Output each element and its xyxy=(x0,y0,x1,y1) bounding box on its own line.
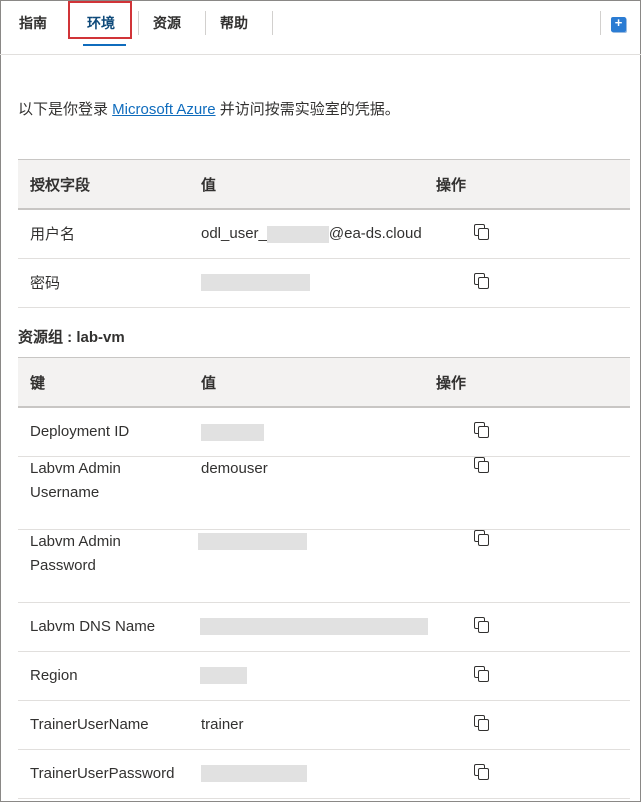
redacted-value xyxy=(201,765,307,783)
redacted-value xyxy=(201,423,264,441)
active-tab-underline xyxy=(83,44,126,46)
tab-divider xyxy=(205,11,206,35)
redacted-value xyxy=(198,533,307,551)
row-action xyxy=(436,258,630,308)
copy-icon[interactable] xyxy=(474,763,490,780)
redacted-value xyxy=(266,225,329,243)
header-action: 操作 xyxy=(436,159,630,209)
table-row: Region xyxy=(18,651,630,701)
row-key: TrainerUserPassword xyxy=(18,749,201,799)
resource-table: 键 值 操作 Deployment ID Labvm Admin Usernam… xyxy=(18,357,630,799)
intro-text: 以下是你登录 Microsoft Azure 并访问按需实验室的凭据。 xyxy=(18,101,400,118)
row-key: Deployment ID xyxy=(18,407,201,457)
resource-table-header: 键 值 操作 xyxy=(18,357,630,407)
row-value: demouser xyxy=(201,456,436,530)
row-action xyxy=(436,602,630,652)
row-key: 用户名 xyxy=(18,209,201,259)
table-row: Labvm Admin Username demouser xyxy=(18,456,630,530)
auth-table: 授权字段 值 操作 用户名 odl_user_ @ea-ds.cloud 密码 xyxy=(18,159,630,308)
table-row: Deployment ID xyxy=(18,407,630,457)
table-row: 用户名 odl_user_ @ea-ds.cloud xyxy=(18,209,630,259)
row-action xyxy=(436,651,630,701)
table-row: TrainerUserName trainer xyxy=(18,700,630,750)
table-row: TrainerUserPassword xyxy=(18,749,630,799)
row-key: TrainerUserName xyxy=(18,700,201,750)
tab-divider xyxy=(600,11,601,35)
row-key: Labvm Admin Password xyxy=(18,529,201,603)
redacted-value xyxy=(201,274,310,292)
resource-group-title: 资源组 : lab-vm xyxy=(18,329,125,346)
copy-icon[interactable] xyxy=(474,456,490,473)
row-value xyxy=(201,749,436,799)
row-value xyxy=(200,651,436,701)
row-action xyxy=(436,407,630,457)
auth-table-header: 授权字段 值 操作 xyxy=(18,159,630,209)
row-value: trainer xyxy=(201,700,436,750)
header-value: 值 xyxy=(201,357,436,407)
copy-icon[interactable] xyxy=(474,223,490,240)
tab-help[interactable]: 帮助 xyxy=(220,13,248,33)
copy-icon[interactable] xyxy=(474,714,490,731)
row-key: Labvm DNS Name xyxy=(18,602,201,652)
tab-guide[interactable]: 指南 xyxy=(19,13,47,33)
header-key: 键 xyxy=(18,357,201,407)
row-value xyxy=(201,258,436,308)
redacted-value xyxy=(200,618,428,636)
row-action xyxy=(436,749,630,799)
tab-environment[interactable]: 环境 xyxy=(87,13,115,33)
row-action xyxy=(436,456,630,530)
copy-icon[interactable] xyxy=(474,665,490,682)
copy-icon[interactable] xyxy=(474,421,490,438)
row-value: odl_user_ @ea-ds.cloud xyxy=(201,209,436,259)
header-field: 授权字段 xyxy=(18,159,201,209)
table-row: 密码 xyxy=(18,258,630,308)
row-key: Labvm Admin Username xyxy=(18,456,201,530)
tab-resources[interactable]: 资源 xyxy=(153,13,181,33)
redacted-value xyxy=(200,667,247,685)
copy-icon[interactable] xyxy=(474,272,490,289)
row-value xyxy=(198,529,436,603)
row-action xyxy=(436,700,630,750)
row-value xyxy=(200,602,436,652)
azure-link[interactable]: Microsoft Azure xyxy=(112,101,215,118)
row-action xyxy=(436,209,630,259)
row-value xyxy=(201,407,436,457)
header-value: 值 xyxy=(201,159,436,209)
table-row: Labvm DNS Name xyxy=(18,602,630,652)
tab-divider xyxy=(138,11,139,35)
copy-icon[interactable] xyxy=(474,616,490,633)
table-row: Labvm Admin Password xyxy=(18,529,630,603)
row-key: Region xyxy=(18,651,201,701)
header-action: 操作 xyxy=(436,357,630,407)
add-panel-icon[interactable] xyxy=(611,15,626,32)
tab-divider xyxy=(272,11,273,35)
row-action xyxy=(436,529,630,603)
tab-bar: 指南 环境 资源 帮助 xyxy=(0,0,641,55)
copy-icon[interactable] xyxy=(474,529,490,546)
row-key: 密码 xyxy=(18,258,201,308)
